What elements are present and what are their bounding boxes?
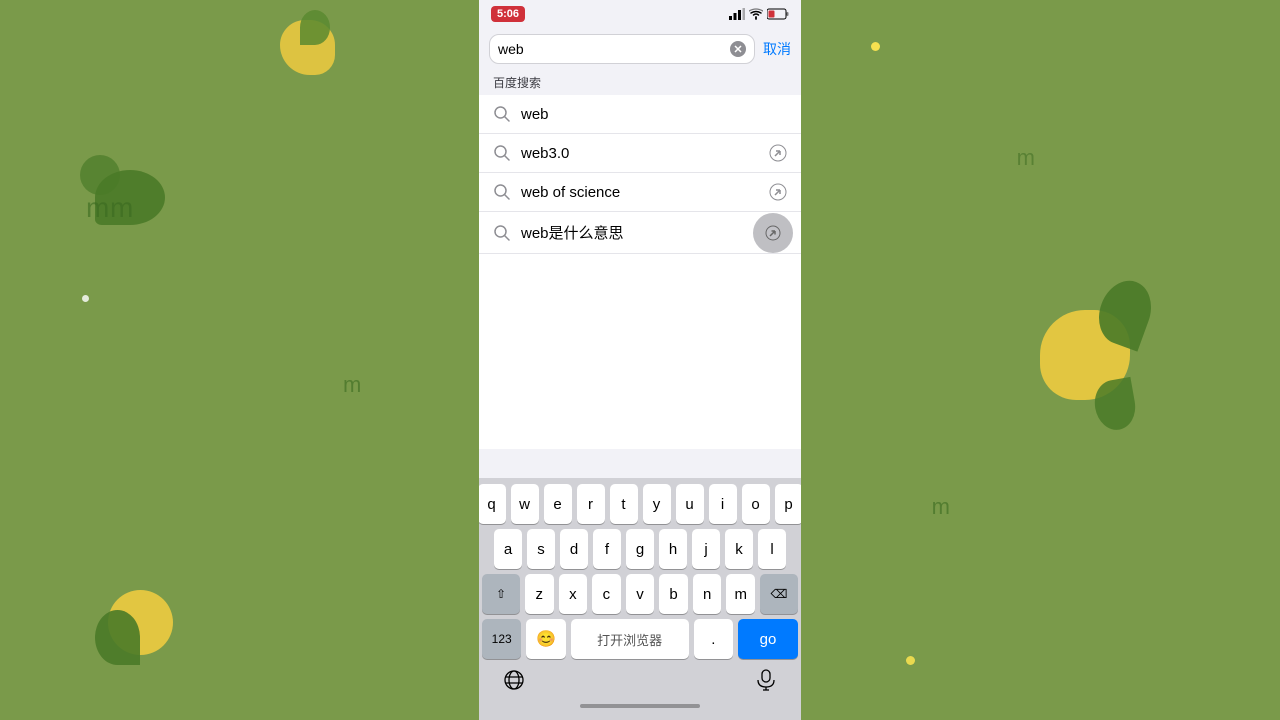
home-indicator <box>482 696 798 716</box>
deco-squiggle-1: m <box>86 192 109 224</box>
keyboard-row-1: q w e r t y u i o p <box>482 484 798 524</box>
status-time: 5:06 <box>491 6 525 22</box>
mic-icon[interactable] <box>754 668 778 692</box>
key-w[interactable]: w <box>511 484 539 524</box>
key-j[interactable]: j <box>692 529 720 569</box>
deco-squiggle-3: m <box>343 372 361 398</box>
keyboard-row-3: ⇧ z x c v b n m ⌫ <box>482 574 798 614</box>
key-f[interactable]: f <box>593 529 621 569</box>
search-icon-3 <box>493 183 511 201</box>
key-r[interactable]: r <box>577 484 605 524</box>
suggestion-item-web[interactable]: web <box>479 95 801 134</box>
key-a[interactable]: a <box>494 529 522 569</box>
key-t[interactable]: t <box>610 484 638 524</box>
key-n[interactable]: n <box>693 574 722 614</box>
suggestion-text-web3: web3.0 <box>521 145 759 162</box>
key-u[interactable]: u <box>676 484 704 524</box>
key-emoji[interactable]: 😊 <box>526 619 565 659</box>
keyboard-row-4: 123 😊 打开浏览器 . go <box>482 619 798 659</box>
circle-arrow-icon <box>765 225 781 241</box>
deco-leaf-1 <box>300 10 330 45</box>
cancel-button[interactable]: 取消 <box>763 39 791 59</box>
key-p[interactable]: p <box>775 484 802 524</box>
suggestion-text-webmeans: web是什么意思 <box>521 222 787 243</box>
search-icon-1 <box>493 105 511 123</box>
search-icon-2 <box>493 144 511 162</box>
globe-icon[interactable] <box>502 668 526 692</box>
suggestion-item-web3[interactable]: web3.0 <box>479 134 801 173</box>
key-shift[interactable]: ⇧ <box>482 574 520 614</box>
key-h[interactable]: h <box>659 529 687 569</box>
key-space[interactable]: 打开浏览器 <box>571 619 689 659</box>
key-g[interactable]: g <box>626 529 654 569</box>
arrow-icon-3 <box>769 183 787 201</box>
key-b[interactable]: b <box>659 574 688 614</box>
deco-squiggle-2: m <box>110 192 133 224</box>
key-l[interactable]: l <box>758 529 786 569</box>
deco-bubble-2 <box>80 155 120 195</box>
key-c[interactable]: c <box>592 574 621 614</box>
key-m[interactable]: m <box>726 574 755 614</box>
deco-dot-1 <box>82 295 89 302</box>
status-bar: 5:06 <box>479 0 801 28</box>
deco-dot-3 <box>906 656 915 665</box>
empty-area <box>479 254 801 449</box>
search-bar-row: web 取消 <box>479 28 801 70</box>
suggestion-text-webofscience: web of science <box>521 184 759 201</box>
deco-leaf-4 <box>95 610 140 665</box>
deco-squiggle-5: m <box>1017 145 1035 171</box>
deco-dot-2 <box>871 42 880 51</box>
phone-frame: 5:06 we <box>479 0 801 720</box>
keyboard: q w e r t y u i o p a s d f g h j k l ⇧ … <box>479 478 801 720</box>
arrow-icon-2 <box>769 144 787 162</box>
suggestions-container: 百度搜索 web web3.0 <box>479 70 801 254</box>
key-d[interactable]: d <box>560 529 588 569</box>
key-123[interactable]: 123 <box>482 619 521 659</box>
search-input-container[interactable]: web <box>489 34 755 64</box>
key-v[interactable]: v <box>626 574 655 614</box>
key-dot[interactable]: . <box>694 619 733 659</box>
section-header: 百度搜索 <box>479 70 801 95</box>
signal-icon <box>729 8 745 20</box>
key-s[interactable]: s <box>527 529 555 569</box>
key-k[interactable]: k <box>725 529 753 569</box>
wifi-icon <box>749 8 763 20</box>
keyboard-row-2: a s d f g h j k l <box>482 529 798 569</box>
key-z[interactable]: z <box>525 574 554 614</box>
key-e[interactable]: e <box>544 484 572 524</box>
key-q[interactable]: q <box>479 484 506 524</box>
search-input[interactable]: web <box>498 41 730 57</box>
suggestion-text-web: web <box>521 106 787 123</box>
key-i[interactable]: i <box>709 484 737 524</box>
key-go[interactable]: go <box>738 619 798 659</box>
key-delete[interactable]: ⌫ <box>760 574 798 614</box>
battery-icon <box>767 8 789 20</box>
key-o[interactable]: o <box>742 484 770 524</box>
key-y[interactable]: y <box>643 484 671 524</box>
search-icon-4 <box>493 224 511 242</box>
clear-button[interactable] <box>730 41 746 57</box>
key-x[interactable]: x <box>559 574 588 614</box>
status-icons <box>729 8 789 20</box>
circle-overlay-button[interactable] <box>753 213 793 253</box>
home-bar <box>580 704 700 708</box>
deco-squiggle-4: m <box>932 494 950 520</box>
suggestion-item-webofscience[interactable]: web of science <box>479 173 801 212</box>
bottom-bar-row <box>482 664 798 696</box>
suggestion-item-webmeans[interactable]: web是什么意思 <box>479 212 801 254</box>
